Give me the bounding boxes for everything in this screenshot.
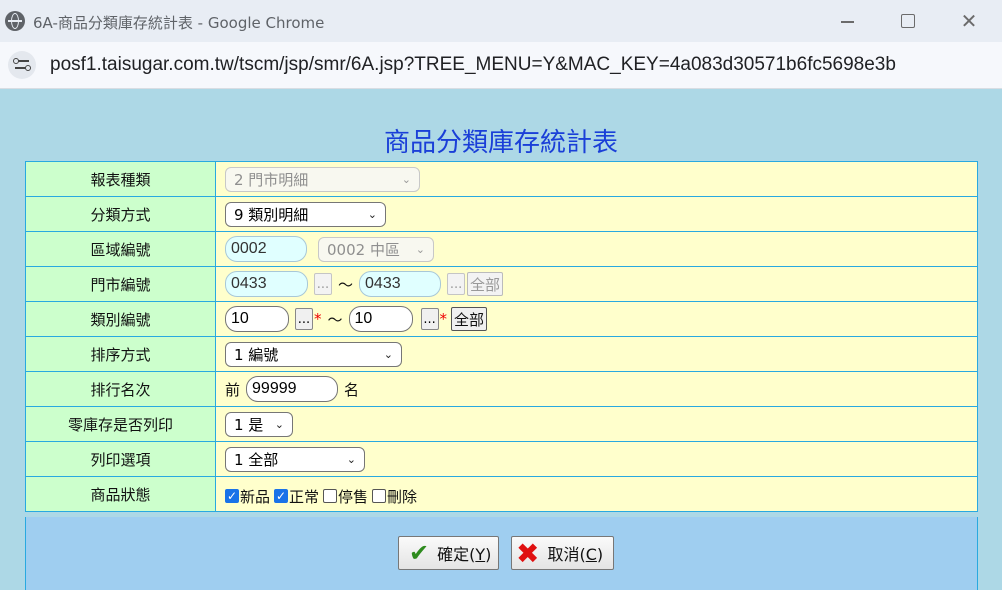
required-mark: * (314, 310, 322, 328)
confirm-label: 確定(Y) (437, 545, 492, 564)
sort-method-select[interactable]: 1 編號 ⌄ (225, 341, 402, 367)
chevron-down-icon: ⌄ (367, 207, 377, 221)
store-code-all-button: 全部 (467, 272, 504, 296)
window-title-bar: 6A-商品分類庫存統計表 - Google Chrome ✕ (0, 0, 1002, 42)
classify-method-label: 分類方式 (25, 196, 216, 232)
cancel-label: 取消(C) (547, 545, 604, 564)
window-title: 6A-商品分類庫存統計表 - Google Chrome (33, 14, 325, 32)
row-product-status: 商品狀態 ✓ 新品 ✓ 正常 停售 刪除 (25, 476, 978, 512)
category-code-from-input[interactable]: 10 (225, 306, 289, 332)
report-type-label: 報表種類 (25, 161, 216, 197)
sort-method-label: 排序方式 (25, 336, 216, 372)
category-code-to-input[interactable]: 10 (348, 306, 413, 332)
status-deleted-label: 刪除 (387, 487, 418, 506)
print-option-label: 列印選項 (25, 441, 216, 477)
site-info-icon[interactable] (8, 51, 36, 79)
product-status-label: 商品狀態 (25, 476, 216, 512)
print-zero-label: 零庫存是否列印 (25, 406, 216, 442)
category-code-all-button[interactable]: 全部 (451, 307, 488, 331)
print-zero-select[interactable]: 1 是 ⌄ (225, 411, 293, 437)
row-store-code: 門市編號 0433 ... ～ 0433 ... 全部 (25, 266, 978, 302)
region-code-label: 區域編號 (25, 231, 216, 267)
report-form: 報表種類 2 門市明細 ⌄ 分類方式 9 類別明細 ⌄ 區域編號 0002 00… (25, 161, 978, 512)
store-code-to-input: 0433 (359, 271, 442, 297)
report-type-select: 2 門市明細 ⌄ (225, 166, 420, 192)
store-code-label: 門市編號 (25, 266, 216, 302)
status-new-label: 新品 (240, 487, 271, 506)
maximize-button[interactable] (885, 0, 931, 42)
status-normal-label: 正常 (289, 487, 320, 506)
category-code-from-lookup[interactable]: ... (295, 308, 313, 330)
store-code-from-input: 0433 (225, 271, 308, 297)
rank-suffix: 名 (344, 380, 360, 399)
rank-prefix: 前 (225, 380, 241, 399)
rank-input[interactable]: 99999 (246, 376, 339, 402)
rank-label: 排行名次 (25, 371, 216, 407)
globe-icon (5, 11, 25, 31)
maximize-icon (901, 14, 915, 28)
required-mark: * (439, 310, 448, 328)
cross-icon: ✖ (516, 536, 540, 570)
chevron-down-icon: ⌄ (346, 452, 356, 466)
status-new-checkbox[interactable]: ✓ (225, 489, 239, 503)
region-code-select: 0002 中區 ⌄ (318, 236, 434, 262)
store-code-from-lookup: ... (314, 273, 332, 295)
chevron-down-icon: ⌄ (383, 347, 393, 361)
status-deleted-checkbox[interactable] (372, 489, 387, 503)
minimize-button[interactable] (824, 0, 870, 42)
chevron-down-icon: ⌄ (274, 417, 284, 431)
category-code-label: 類別編號 (25, 301, 216, 337)
chevron-down-icon: ⌄ (401, 172, 411, 186)
cancel-button[interactable]: ✖ 取消(C) (511, 536, 614, 570)
close-button[interactable]: ✕ (946, 0, 992, 42)
chevron-down-icon: ⌄ (415, 242, 425, 256)
row-category-code: 類別編號 10 ... * ～ 10 ... * 全部 (25, 301, 978, 337)
region-code-input: 0002 (225, 236, 307, 262)
row-report-type: 報表種類 2 門市明細 ⌄ (25, 161, 978, 197)
row-sort-method: 排序方式 1 編號 ⌄ (25, 336, 978, 372)
row-print-zero: 零庫存是否列印 1 是 ⌄ (25, 406, 978, 442)
close-icon: ✕ (960, 9, 978, 33)
action-bar: ✔ 確定(Y) ✖ 取消(C) (25, 517, 978, 590)
confirm-button[interactable]: ✔ 確定(Y) (398, 536, 499, 570)
url-text[interactable]: posf1.taisugar.com.tw/tscm/jsp/smr/6A.js… (50, 54, 896, 76)
store-code-to-lookup: ... (447, 273, 466, 295)
range-tilde: ～ (338, 275, 354, 294)
range-tilde: ～ (327, 310, 343, 329)
address-bar: posf1.taisugar.com.tw/tscm/jsp/smr/6A.js… (0, 42, 1002, 89)
classify-method-select[interactable]: 9 類別明細 ⌄ (225, 201, 386, 227)
status-discontinued-checkbox[interactable] (323, 489, 338, 503)
row-rank: 排行名次 前 99999 名 (25, 371, 978, 407)
row-print-option: 列印選項 1 全部 ⌄ (25, 441, 978, 477)
minimize-icon (840, 21, 854, 23)
checkmark-icon: ✔ (409, 539, 430, 567)
status-discontinued-label: 停售 (338, 487, 369, 506)
row-classify-method: 分類方式 9 類別明細 ⌄ (25, 196, 978, 232)
row-region-code: 區域編號 0002 0002 中區 ⌄ (25, 231, 978, 267)
page-title: 商品分類庫存統計表 (383, 128, 618, 158)
status-normal-checkbox[interactable]: ✓ (274, 489, 289, 503)
category-code-to-lookup[interactable]: ... (420, 308, 439, 330)
print-option-select[interactable]: 1 全部 ⌄ (225, 446, 365, 472)
